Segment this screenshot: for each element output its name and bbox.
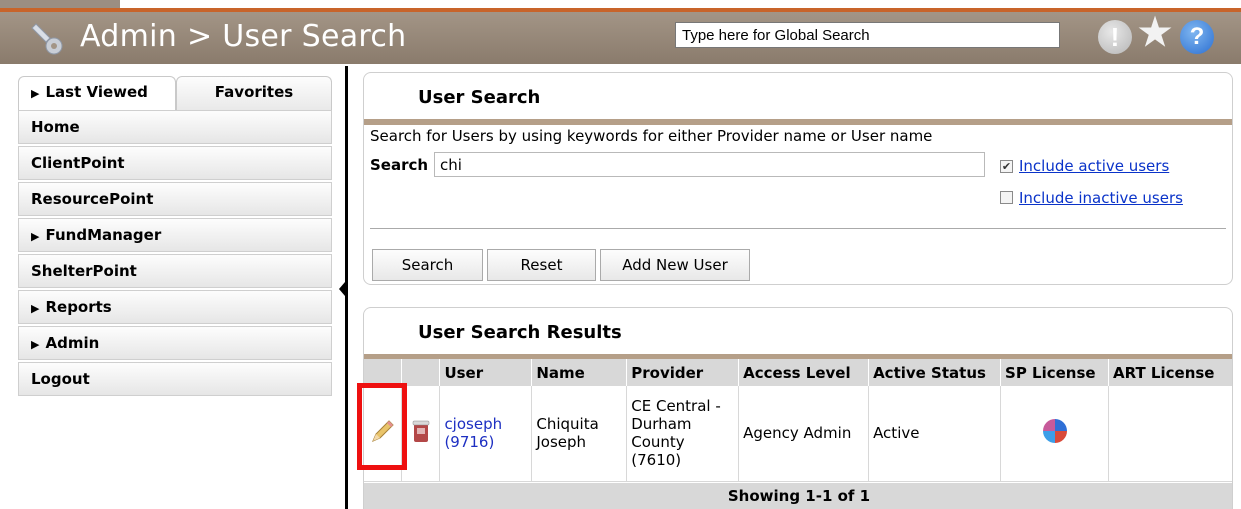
triangle-right-icon: ▶ (31, 87, 40, 100)
results-table: User Name Provider Access Level Active S… (364, 359, 1232, 482)
include-active-checkbox[interactable]: ✔ (1000, 160, 1013, 173)
sp-license-cell (1000, 386, 1109, 482)
question-icon[interactable]: ? (1180, 20, 1214, 54)
include-inactive-label[interactable]: Include inactive users (1019, 189, 1183, 207)
divider (370, 228, 1226, 229)
license-icon[interactable] (1042, 419, 1067, 444)
sidebar-item-resourcepoint[interactable]: ResourcePoint (18, 182, 332, 216)
provider-cell: CE Central - Durham County (7610) (626, 386, 740, 482)
art-license-cell (1108, 386, 1232, 482)
sidebar-divider[interactable] (345, 66, 348, 509)
column-header-name[interactable]: Name (531, 359, 628, 386)
search-input[interactable] (434, 152, 985, 177)
wrench-icon (31, 23, 63, 55)
sidebar-item-label: ClientPoint (31, 154, 125, 172)
column-header-edit (364, 359, 403, 386)
app-header: Admin > User Search ! ★ ? (0, 12, 1241, 64)
sidebar-item-admin[interactable]: ▶ Admin (18, 326, 332, 360)
user-link[interactable]: cjoseph (9716) (439, 386, 533, 482)
sidebar-item-logout[interactable]: Logout (18, 362, 332, 396)
sidebar-item-fundmanager[interactable]: ▶ FundManager (18, 218, 332, 252)
column-header-access-level[interactable]: Access Level (738, 359, 870, 386)
sidebar-item-label: Logout (31, 370, 90, 388)
sidebar-item-home[interactable]: Home (18, 110, 332, 144)
column-header-user[interactable]: User (439, 359, 533, 386)
triangle-right-icon: ▶ (31, 338, 40, 351)
sidebar-item-reports[interactable]: ▶ Reports (18, 290, 332, 324)
page-title: Admin > User Search (80, 19, 407, 54)
add-new-user-button[interactable]: Add New User (600, 249, 750, 281)
user-search-panel: User Search Search for Users by using ke… (363, 72, 1233, 285)
sidebar-item-label: Reports (45, 298, 112, 316)
column-header-delete (401, 359, 441, 386)
tab-favorites[interactable]: Favorites (176, 76, 332, 110)
table-header-row: User Name Provider Access Level Active S… (364, 359, 1232, 386)
sidebar: ▶ Last Viewed Favorites Home ClientPoint … (0, 64, 345, 509)
triangle-right-icon: ▶ (31, 230, 40, 243)
access-level-cell: Agency Admin (738, 386, 870, 482)
tab-label: Last Viewed (45, 83, 148, 101)
sidebar-item-label: ResourcePoint (31, 190, 154, 208)
include-active-label[interactable]: Include active users (1019, 157, 1169, 175)
tab-last-viewed[interactable]: ▶ Last Viewed (18, 76, 176, 110)
sidebar-item-label: Admin (45, 334, 100, 352)
panel-title: User Search Results (418, 322, 622, 343)
user-search-results-panel: User Search Results User Name Provider A… (363, 307, 1233, 509)
reset-button[interactable]: Reset (487, 249, 596, 281)
column-header-sp-license[interactable]: SP License (1000, 359, 1109, 386)
trash-icon[interactable] (411, 418, 431, 444)
search-label: Search (370, 156, 429, 174)
sidebar-item-clientpoint[interactable]: ClientPoint (18, 146, 332, 180)
sidebar-item-label: Home (31, 118, 80, 136)
active-status-cell: Active (868, 386, 1002, 482)
panel-title-bar (364, 119, 1232, 125)
delete-cell (401, 386, 441, 482)
star-icon[interactable]: ★ (1136, 12, 1174, 54)
top-strip (0, 0, 1241, 12)
sidebar-item-label: FundManager (45, 226, 162, 244)
global-search-input[interactable] (675, 22, 1060, 48)
column-header-provider[interactable]: Provider (626, 359, 740, 386)
search-description: Search for Users by using keywords for e… (370, 127, 933, 145)
exclamation-icon[interactable]: ! (1098, 20, 1132, 54)
name-cell: Chiquita Joseph (531, 386, 628, 482)
sidebar-item-shelterpoint[interactable]: ShelterPoint (18, 254, 332, 288)
column-header-active-status[interactable]: Active Status (868, 359, 1002, 386)
sidebar-item-label: ShelterPoint (31, 262, 137, 280)
collapse-sidebar-icon[interactable] (339, 282, 345, 296)
panel-title: User Search (418, 87, 541, 108)
search-button[interactable]: Search (372, 249, 483, 281)
triangle-right-icon: ▶ (31, 302, 40, 315)
column-header-art-license[interactable]: ART License (1108, 359, 1232, 386)
tab-label: Favorites (214, 83, 294, 101)
highlight-box (357, 383, 407, 470)
include-inactive-checkbox[interactable] (1000, 191, 1013, 204)
pagination-status: Showing 1-1 of 1 (364, 483, 1232, 509)
table-row: cjoseph (9716) Chiquita Joseph CE Centra… (364, 386, 1232, 482)
